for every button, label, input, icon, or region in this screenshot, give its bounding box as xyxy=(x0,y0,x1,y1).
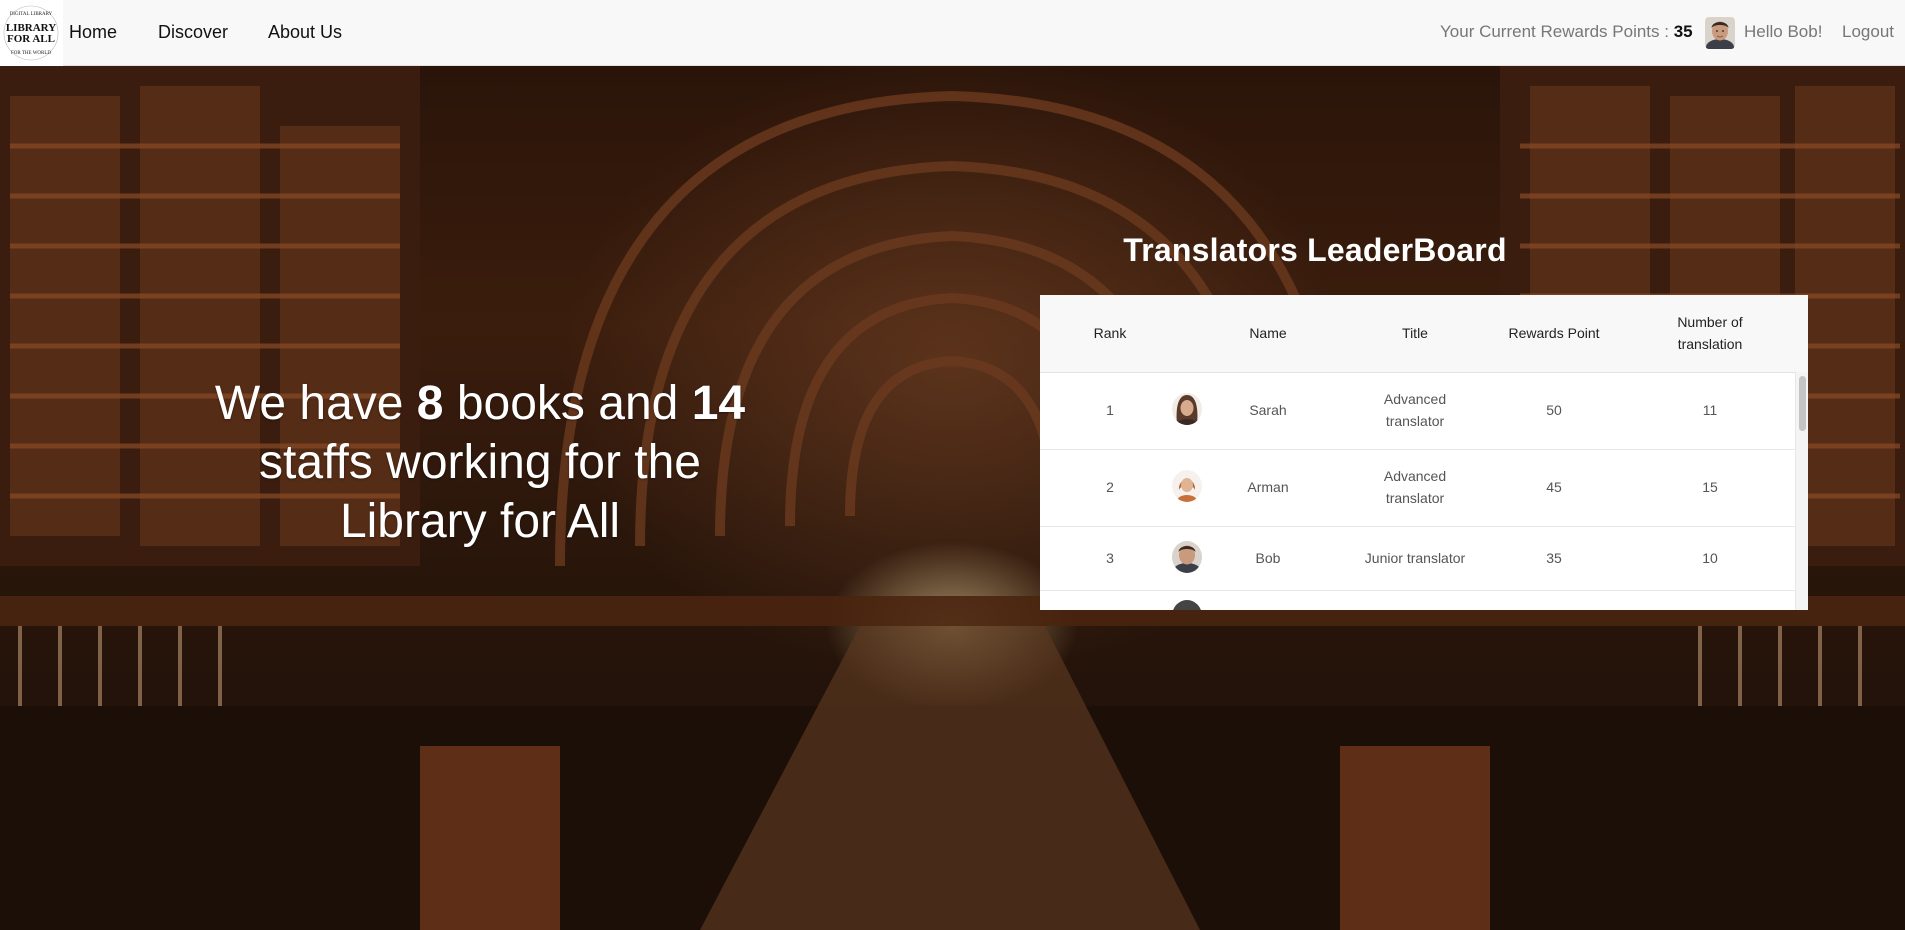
rank-cell: 2 xyxy=(1106,479,1114,495)
translations-cell: 15 xyxy=(1702,479,1718,495)
name-cell: Bob xyxy=(1255,550,1281,566)
translator-avatar-icon xyxy=(1172,600,1202,610)
leaderboard-title: Translators LeaderBoard xyxy=(1123,232,1507,268)
navbar: DIGITAL LIBRARY LIBRARY FOR ALL FOR THE … xyxy=(0,0,1905,66)
table-row[interactable]: 2 Arman Advanced translator 45 15 xyxy=(1040,449,1795,527)
title-cell-line1: Advanced xyxy=(1383,468,1447,484)
header-number-of-translation: Number of translation xyxy=(1640,311,1780,355)
translations-cell: 11 xyxy=(1702,402,1718,418)
title-cell-line1: Advanced xyxy=(1383,391,1447,407)
hero-text-suffix: staffs working for the Library for All xyxy=(259,436,701,548)
rank-cell: 1 xyxy=(1106,402,1114,418)
translator-avatar-icon xyxy=(1172,393,1202,425)
nav-link-home[interactable]: Home xyxy=(69,22,117,43)
svg-text:DIGITAL LIBRARY: DIGITAL LIBRARY xyxy=(10,12,53,17)
nav-link-about-us[interactable]: About Us xyxy=(268,22,342,43)
translator-avatar-icon xyxy=(1172,541,1202,573)
title-cell-line2: translator xyxy=(1385,490,1445,506)
translator-avatar-icon xyxy=(1172,470,1202,502)
translations-cell: 10 xyxy=(1702,550,1718,566)
books-count: 8 xyxy=(416,377,444,430)
library-logo[interactable]: DIGITAL LIBRARY LIBRARY FOR ALL FOR THE … xyxy=(0,0,63,66)
leaderboard-header-row: Rank Name Title Rewards Point Number of … xyxy=(1040,295,1808,373)
title-cell: Advanced translator xyxy=(1340,465,1490,509)
header-number-of-translation-line1: Number of xyxy=(1677,314,1743,330)
title-cell: Advanced translator xyxy=(1340,388,1490,432)
header-name: Name xyxy=(1249,325,1287,341)
scrollbar-thumb[interactable] xyxy=(1799,376,1806,431)
user-avatar-icon[interactable] xyxy=(1705,17,1735,49)
staff-count: 14 xyxy=(691,377,746,430)
nav-link-discover[interactable]: Discover xyxy=(158,22,228,43)
header-number-of-translation-line2: translation xyxy=(1677,336,1743,352)
leaderboard-scrollbar[interactable] xyxy=(1795,372,1808,610)
name-cell: Arman xyxy=(1247,479,1289,495)
points-cell: 50 xyxy=(1546,402,1562,418)
leaderboard-table: Rank Name Title Rewards Point Number of … xyxy=(1040,295,1808,610)
name-cell: Sarah xyxy=(1249,402,1287,418)
svg-text:FOR ALL: FOR ALL xyxy=(7,33,55,45)
svg-text:FOR THE WORLD: FOR THE WORLD xyxy=(11,51,51,56)
title-cell: Junior translator xyxy=(1364,550,1466,566)
header-title: Title xyxy=(1402,325,1428,341)
header-rank: Rank xyxy=(1093,325,1127,341)
header-rewards-point: Rewards Point xyxy=(1508,325,1600,341)
table-row[interactable]: 3 Bob Junior translator 35 10 xyxy=(1040,526,1795,591)
rewards-points-value: 35 xyxy=(1673,22,1693,41)
table-row[interactable]: 1 Sarah Advanced translator 50 11 xyxy=(1040,372,1795,450)
logout-link[interactable]: Logout xyxy=(1842,22,1894,42)
hero-text-prefix: We have xyxy=(214,377,417,430)
hero-stats-text: We have 8 books and 14 staffs working fo… xyxy=(190,374,770,551)
rank-cell: 3 xyxy=(1106,550,1114,566)
hero-text-mid: books and xyxy=(443,377,692,430)
rewards-points-display: Your Current Rewards Points : 35 xyxy=(1440,22,1693,42)
greeting-text: Hello Bob! xyxy=(1744,22,1823,41)
points-cell: 45 xyxy=(1546,479,1562,495)
points-cell: 35 xyxy=(1546,550,1562,566)
rewards-points-label: Your Current Rewards Points : xyxy=(1440,22,1674,41)
title-cell-line2: translator xyxy=(1385,413,1445,429)
